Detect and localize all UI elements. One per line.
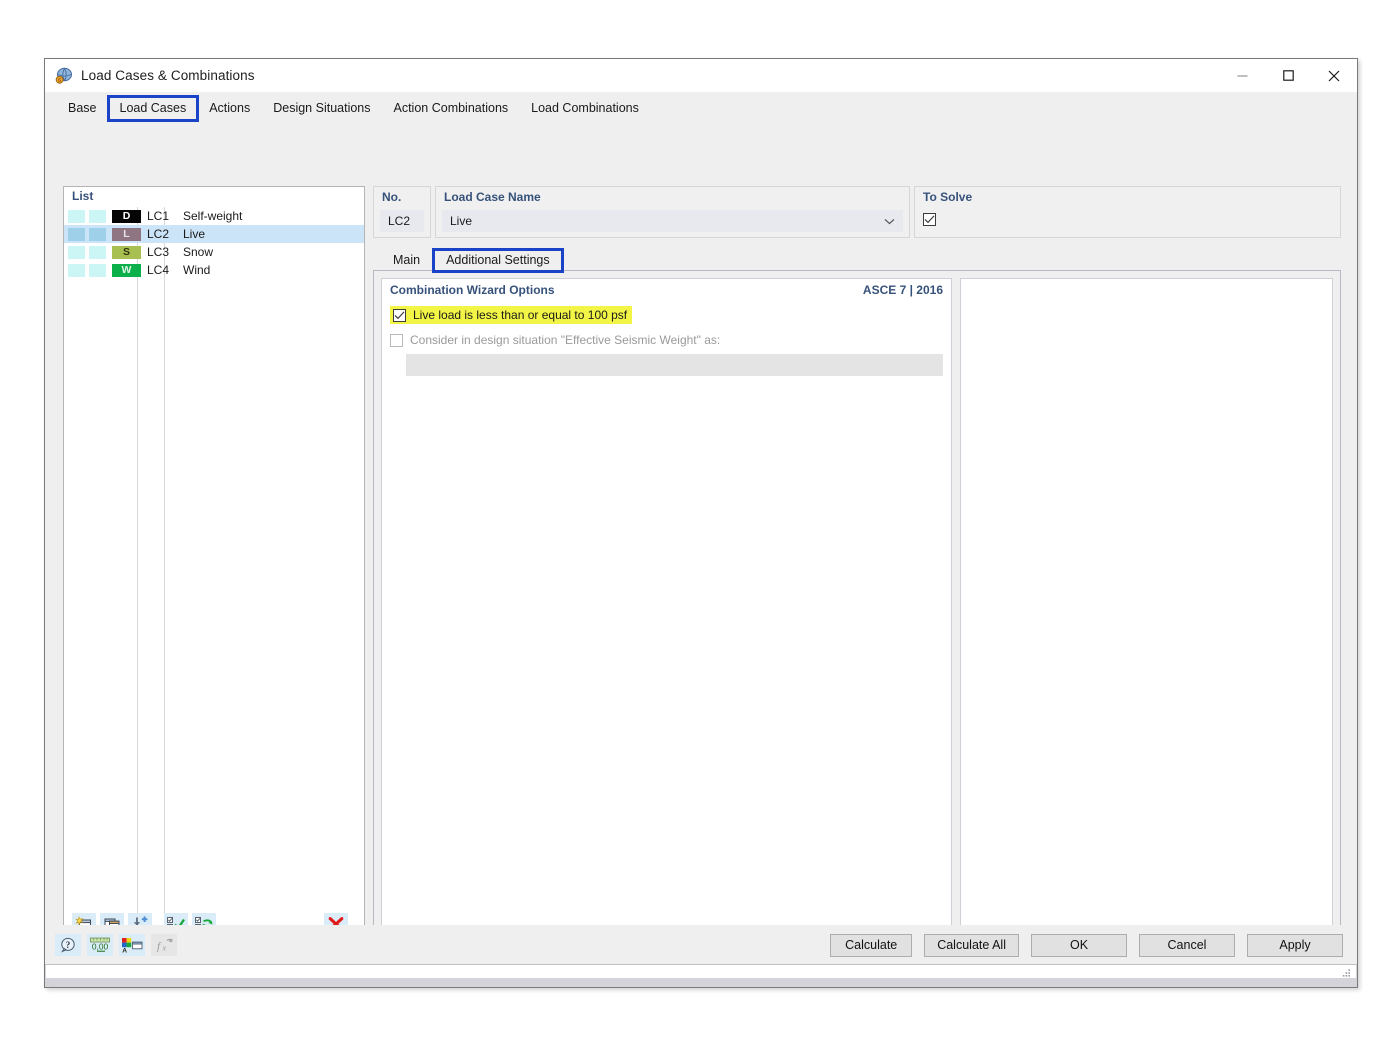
row-number: LC1 (147, 209, 170, 223)
seismic-weight-option-row: Consider in design situation "Effective … (390, 333, 951, 347)
tab-actions[interactable]: Actions (198, 97, 262, 120)
list-column-divider-1 (137, 207, 138, 920)
display-properties-button[interactable]: A (119, 934, 145, 956)
tab-design-situations[interactable]: Design Situations (262, 97, 382, 120)
load-cases-combinations-window: 6 Load Cases & Combinations Base Load Ca… (44, 58, 1358, 988)
tab-load-cases[interactable]: Load Cases (106, 95, 200, 122)
row-color-swatch-a (68, 263, 85, 277)
svg-text:x: x (162, 944, 167, 953)
tab-main[interactable]: Main (381, 250, 432, 271)
load-case-number-field: No. LC2 (373, 186, 431, 238)
window-content: List D LC1 Self-weight L LC2 Live S LC3 … (45, 120, 1357, 987)
row-name: Self-weight (183, 209, 243, 223)
to-solve-label: To Solve (923, 190, 973, 204)
load-case-name-field: Load Case Name Live (435, 186, 910, 238)
row-number: LC3 (147, 245, 170, 259)
calculate-button[interactable]: Calculate (830, 933, 913, 957)
wizard-section-header: Combination Wizard Options ASCE 7 | 2016 (382, 279, 951, 297)
main-tabbar: Base Load Cases Actions Design Situation… (45, 92, 1357, 122)
table-row[interactable]: D LC1 Self-weight (64, 207, 364, 225)
footer-inner-strip (46, 965, 1356, 978)
close-button[interactable] (1311, 59, 1357, 92)
row-color-swatch-b (89, 227, 106, 241)
statusbar-icons: ? 0,00 A f x (55, 934, 183, 956)
no-value-text: LC2 (388, 214, 411, 228)
load-case-name-label: Load Case Name (444, 190, 541, 204)
live-load-checkbox[interactable] (393, 308, 406, 322)
row-color-swatch-b (89, 245, 106, 259)
load-case-name-value: Live (450, 214, 473, 228)
row-action-tag: S (112, 245, 141, 259)
load-case-list-panel: List D LC1 Self-weight L LC2 Live S LC3 … (63, 186, 365, 981)
screenshot-root: 6 Load Cases & Combinations Base Load Ca… (0, 0, 1400, 1050)
list-column-divider-2 (164, 207, 165, 920)
row-name: Wind (183, 263, 211, 277)
dialog-statusbar: ? 0,00 A f x Calculate Calculate All OK … (45, 925, 1357, 965)
row-name: Live (183, 227, 206, 241)
svg-text:f: f (157, 941, 162, 953)
tab-additional-settings[interactable]: Additional Settings (432, 248, 564, 273)
minimize-button[interactable] (1219, 59, 1265, 92)
wizard-preview-panel (960, 278, 1333, 973)
live-load-option-label: Live load is less than or equal to 100 p… (413, 308, 628, 322)
list-header: List (64, 187, 364, 207)
svg-text:?: ? (66, 940, 71, 950)
seismic-weight-option-label: Consider in design situation "Effective … (410, 333, 721, 347)
load-case-list: D LC1 Self-weight L LC2 Live S LC3 Snow … (64, 207, 364, 920)
row-color-swatch-b (89, 209, 106, 223)
live-load-option-row: Live load is less than or equal to 100 p… (390, 306, 951, 324)
to-solve-checkbox[interactable] (923, 213, 936, 226)
row-number: LC4 (147, 263, 170, 277)
combination-wizard-panel: Combination Wizard Options ASCE 7 | 2016… (381, 278, 952, 973)
app-globe-icon: 6 (55, 67, 73, 85)
formula-button: f x (151, 934, 177, 956)
row-name: Snow (183, 245, 214, 259)
maximize-button[interactable] (1265, 59, 1311, 92)
tab-base[interactable]: Base (57, 97, 108, 120)
row-action-tag: L (112, 227, 141, 241)
apply-button[interactable]: Apply (1247, 933, 1343, 957)
wizard-standard-label: ASCE 7 | 2016 (862, 283, 943, 297)
row-color-swatch-a (68, 245, 85, 259)
no-value[interactable]: LC2 (380, 210, 424, 232)
cancel-button[interactable]: Cancel (1139, 933, 1235, 957)
no-label: No. (382, 190, 402, 204)
window-titlebar: 6 Load Cases & Combinations (45, 59, 1357, 92)
table-row[interactable]: L LC2 Live (64, 225, 364, 243)
ok-button[interactable]: OK (1031, 933, 1127, 957)
window-title: Load Cases & Combinations (81, 68, 255, 83)
load-case-name-combo[interactable]: Live (442, 210, 903, 232)
decimal-format-label: 0,00 (92, 942, 109, 952)
tab-load-combinations[interactable]: Load Combinations (520, 97, 650, 120)
wizard-section-title: Combination Wizard Options (390, 283, 555, 297)
window-controls (1219, 59, 1357, 92)
dialog-action-buttons: Calculate Calculate All OK Cancel Apply (818, 933, 1343, 957)
row-action-tag: W (112, 263, 141, 277)
highlight-box: Live load is less than or equal to 100 p… (390, 306, 633, 324)
row-color-swatch-b (89, 263, 106, 277)
svg-text:6: 6 (58, 78, 61, 84)
table-row[interactable]: S LC3 Snow (64, 243, 364, 261)
row-action-tag: D (112, 209, 141, 223)
settings-tabbar: Main Additional Settings (373, 247, 1341, 273)
seismic-weight-value-field[interactable] (406, 354, 943, 376)
table-row[interactable]: W LC4 Wind (64, 261, 364, 279)
svg-text:A: A (122, 947, 127, 953)
settings-panel-container: Combination Wizard Options ASCE 7 | 2016… (373, 270, 1341, 981)
window-footer-strip (45, 964, 1357, 987)
decimal-places-button[interactable]: 0,00 (87, 934, 113, 956)
row-color-swatch-a (68, 227, 85, 241)
tab-action-combinations[interactable]: Action Combinations (382, 97, 520, 120)
chevron-down-icon[interactable] (884, 214, 895, 228)
resize-grip[interactable] (1340, 966, 1352, 984)
to-solve-field: To Solve (914, 186, 1341, 238)
help-info-button[interactable]: ? (55, 934, 81, 956)
calculate-all-button[interactable]: Calculate All (924, 933, 1019, 957)
seismic-weight-checkbox[interactable] (390, 333, 403, 347)
row-number: LC2 (147, 227, 170, 241)
row-color-swatch-a (68, 209, 85, 223)
